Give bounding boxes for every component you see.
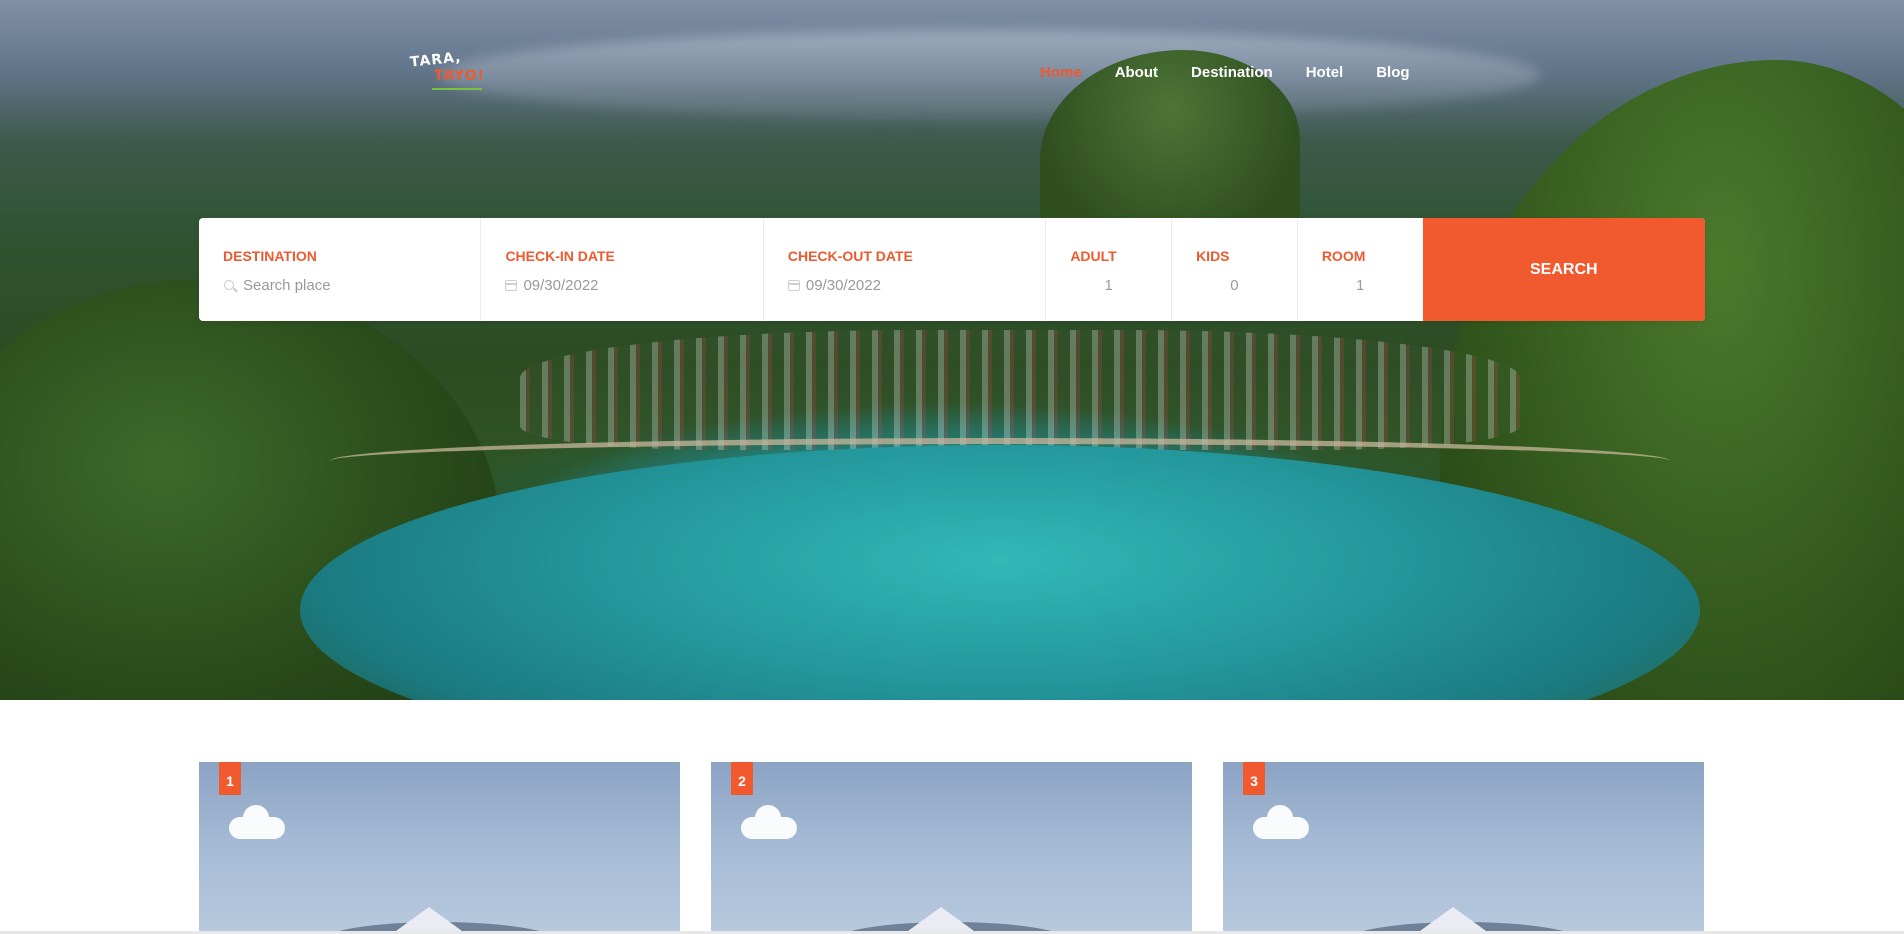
nav-home-link[interactable]: Home bbox=[1040, 64, 1082, 86]
checkin-value[interactable]: 09/30/2022 bbox=[523, 277, 598, 294]
room-value[interactable]: 1 bbox=[1298, 277, 1423, 294]
cloud-image bbox=[741, 805, 797, 839]
destination-label: DESTINATION bbox=[223, 248, 317, 264]
room-field[interactable]: ROOM 1 bbox=[1298, 218, 1423, 321]
site-logo[interactable]: TARA, TAYO! bbox=[408, 49, 488, 98]
logo-underline bbox=[432, 88, 482, 90]
rank-badge: 3 bbox=[1243, 762, 1265, 795]
calendar-icon bbox=[787, 280, 800, 291]
kids-field[interactable]: KIDS 0 bbox=[1172, 218, 1298, 321]
rank-badge: 1 bbox=[219, 762, 241, 795]
cloud-image bbox=[1253, 805, 1309, 839]
hero-banner bbox=[0, 0, 1904, 700]
checkout-label: CHECK-OUT DATE bbox=[787, 248, 913, 264]
hero-town bbox=[520, 330, 1520, 450]
destination-field[interactable]: DESTINATION Search place bbox=[199, 218, 482, 321]
room-label: ROOM bbox=[1321, 248, 1366, 264]
destination-card[interactable]: 2 bbox=[711, 762, 1192, 934]
kids-label: KIDS bbox=[1196, 248, 1230, 264]
checkin-date-field[interactable]: CHECK-IN DATE 09/30/2022 bbox=[481, 218, 764, 321]
hero-beach bbox=[330, 438, 1670, 484]
destination-card[interactable]: 3 bbox=[1223, 762, 1704, 934]
search-icon bbox=[223, 279, 237, 293]
adult-value[interactable]: 1 bbox=[1046, 277, 1171, 294]
mountain-peak-image bbox=[886, 907, 996, 934]
destination-cards: 1 2 3 bbox=[199, 762, 1705, 934]
mountain-peak-image bbox=[1398, 907, 1508, 934]
cloud-image bbox=[229, 805, 285, 839]
nav-hotel-link[interactable]: Hotel bbox=[1306, 64, 1344, 86]
destination-placeholder[interactable]: Search place bbox=[243, 277, 331, 294]
adult-label: ADULT bbox=[1070, 248, 1117, 264]
destination-card[interactable]: 1 bbox=[199, 762, 680, 934]
adult-field[interactable]: ADULT 1 bbox=[1046, 218, 1173, 321]
calendar-icon bbox=[505, 280, 518, 291]
logo-line-2: TAYO! bbox=[434, 68, 485, 84]
mountain-peak-image bbox=[374, 907, 484, 934]
booking-search-bar: DESTINATION Search place CHECK-IN DATE 0… bbox=[199, 218, 1706, 321]
nav-blog-link[interactable]: Blog bbox=[1376, 64, 1409, 86]
checkout-date-field[interactable]: CHECK-OUT DATE 09/30/2022 bbox=[764, 218, 1047, 321]
main-nav: Home About Destination Hotel Blog bbox=[1040, 64, 1443, 86]
kids-value[interactable]: 0 bbox=[1172, 277, 1297, 294]
rank-badge: 2 bbox=[731, 762, 753, 795]
checkin-label: CHECK-IN DATE bbox=[505, 248, 615, 264]
nav-destination-link[interactable]: Destination bbox=[1191, 64, 1273, 86]
search-button[interactable]: SEARCH bbox=[1422, 218, 1706, 321]
checkout-value[interactable]: 09/30/2022 bbox=[806, 277, 881, 294]
nav-about-link[interactable]: About bbox=[1115, 64, 1158, 86]
